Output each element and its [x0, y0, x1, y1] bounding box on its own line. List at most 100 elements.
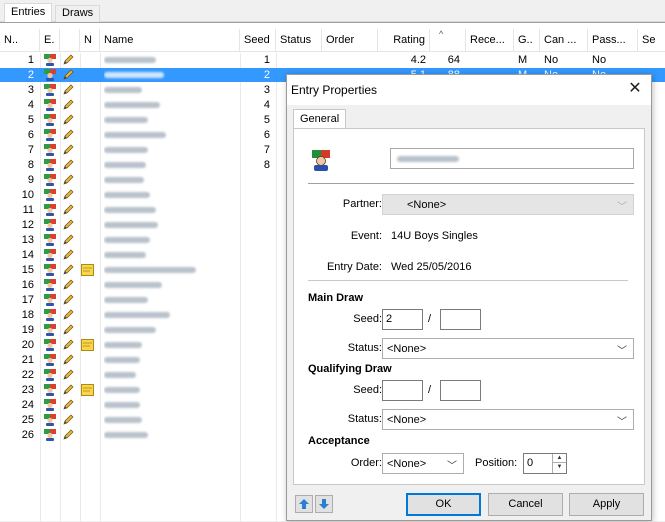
pencil-icon[interactable]	[62, 384, 74, 396]
seed-cell	[240, 173, 270, 187]
player-icon	[44, 204, 56, 216]
column-header-seed[interactable]: Seed	[240, 29, 276, 52]
entry-name	[104, 98, 238, 112]
pencil-icon[interactable]	[62, 354, 74, 366]
pencil-icon[interactable]	[62, 129, 74, 141]
column-header-rating[interactable]: Rating	[378, 29, 430, 52]
move-down-button[interactable]	[315, 495, 333, 513]
seed-cell	[240, 293, 270, 307]
pencil-icon[interactable]	[62, 204, 74, 216]
column-header-number[interactable]: N..	[0, 29, 40, 52]
order-select[interactable]: <None> ﹀	[382, 453, 464, 474]
spin-down-icon[interactable]: ▼	[553, 463, 566, 472]
partner-label: Partner:	[342, 198, 382, 210]
player-name-field[interactable]	[390, 148, 634, 169]
qual-seed-total-input[interactable]	[440, 380, 481, 401]
can-cell: No	[544, 54, 559, 66]
seed-cell	[240, 218, 270, 232]
spin-up-icon[interactable]: ▲	[553, 454, 566, 463]
position-spinner[interactable]: 0 ▲ ▼	[523, 453, 567, 474]
seed-separator: /	[428, 384, 432, 396]
order-value: <None>	[387, 458, 427, 470]
column-header-can[interactable]: Can ...	[540, 29, 588, 52]
pencil-icon[interactable]	[62, 144, 74, 156]
entry-name	[104, 68, 238, 82]
column-header-extra[interactable]	[430, 29, 466, 52]
row-number: 10	[21, 189, 34, 201]
column-header-e2[interactable]	[60, 29, 80, 52]
pencil-icon[interactable]	[62, 219, 74, 231]
main-seed-total-input[interactable]	[440, 309, 481, 330]
table-row[interactable]: 1 1 4.2 64 M No No	[0, 53, 665, 67]
pencil-icon[interactable]	[62, 339, 74, 351]
tab-draws[interactable]: Draws	[55, 5, 101, 22]
pencil-icon[interactable]	[62, 234, 74, 246]
tab-entries[interactable]: Entries	[4, 3, 53, 23]
pencil-icon[interactable]	[62, 279, 74, 291]
column-header-name[interactable]: Name	[100, 29, 240, 52]
entry-name	[104, 173, 238, 187]
entry-name	[104, 233, 238, 247]
pencil-icon[interactable]	[62, 189, 74, 201]
move-up-button[interactable]	[295, 495, 313, 513]
pencil-icon[interactable]	[62, 369, 74, 381]
seed-cell	[240, 428, 270, 442]
player-icon	[44, 339, 56, 351]
column-header-gender[interactable]: G..	[514, 29, 540, 52]
player-icon	[44, 219, 56, 231]
entry-properties-dialog: Entry Properties ✕ General Partner: <Non…	[286, 74, 652, 521]
seed-cell: 1	[263, 54, 270, 66]
seed-separator: /	[428, 313, 432, 325]
pencil-icon[interactable]	[62, 249, 74, 261]
grid-header: N.. E. N Name Seed Status Order Rating ^…	[0, 29, 665, 52]
pencil-icon[interactable]	[62, 264, 74, 276]
column-header-order[interactable]: Order	[322, 29, 378, 52]
pencil-icon[interactable]	[62, 159, 74, 171]
tab-general[interactable]: General	[293, 109, 347, 129]
dialog-title-bar[interactable]: Entry Properties ✕	[287, 75, 651, 105]
close-icon[interactable]: ✕	[627, 80, 643, 98]
pencil-icon[interactable]	[62, 414, 74, 426]
player-icon	[44, 129, 56, 141]
entry-name	[104, 278, 238, 292]
pencil-icon[interactable]	[62, 69, 74, 81]
pencil-icon[interactable]	[62, 324, 74, 336]
row-number: 12	[21, 219, 34, 231]
qual-status-label: Status:	[347, 413, 382, 425]
pencil-icon[interactable]	[62, 294, 74, 306]
pencil-icon[interactable]	[62, 429, 74, 441]
pencil-icon[interactable]	[62, 114, 74, 126]
column-header-pass[interactable]: Pass...	[588, 29, 638, 52]
player-icon	[44, 399, 56, 411]
pencil-icon[interactable]	[62, 84, 74, 96]
player-icon	[44, 384, 56, 396]
column-header-note[interactable]: N	[80, 29, 100, 52]
column-header-received[interactable]: Rece...	[466, 29, 514, 52]
view-tabs: Entries Draws	[0, 0, 665, 23]
column-header-entry[interactable]: E.	[40, 29, 60, 52]
seed-cell: 8	[263, 159, 270, 171]
pencil-icon[interactable]	[62, 309, 74, 321]
partner-select[interactable]: <None> ﹀	[382, 194, 634, 215]
event-label: Event:	[350, 230, 382, 242]
cancel-button[interactable]: Cancel	[488, 493, 563, 516]
column-header-status[interactable]: Status	[276, 29, 322, 52]
pencil-icon[interactable]	[62, 99, 74, 111]
note-icon	[81, 264, 94, 276]
column-header-se[interactable]: Se	[638, 29, 665, 52]
spin-buttons[interactable]: ▲ ▼	[552, 454, 566, 473]
ok-button[interactable]: OK	[406, 493, 481, 516]
pencil-icon[interactable]	[62, 174, 74, 186]
main-status-select[interactable]: <None> ﹀	[382, 338, 634, 359]
entry-name	[104, 158, 238, 172]
main-seed-input[interactable]: 2	[382, 309, 423, 330]
row-number: 7	[27, 144, 34, 156]
qual-seed-input[interactable]	[382, 380, 423, 401]
seed-cell: 7	[263, 144, 270, 156]
partner-value: <None>	[407, 199, 447, 211]
pencil-icon[interactable]	[62, 399, 74, 411]
pencil-icon[interactable]	[62, 54, 74, 66]
qual-status-select[interactable]: <None> ﹀	[382, 409, 634, 430]
seed-cell	[240, 188, 270, 202]
apply-button[interactable]: Apply	[569, 493, 644, 516]
